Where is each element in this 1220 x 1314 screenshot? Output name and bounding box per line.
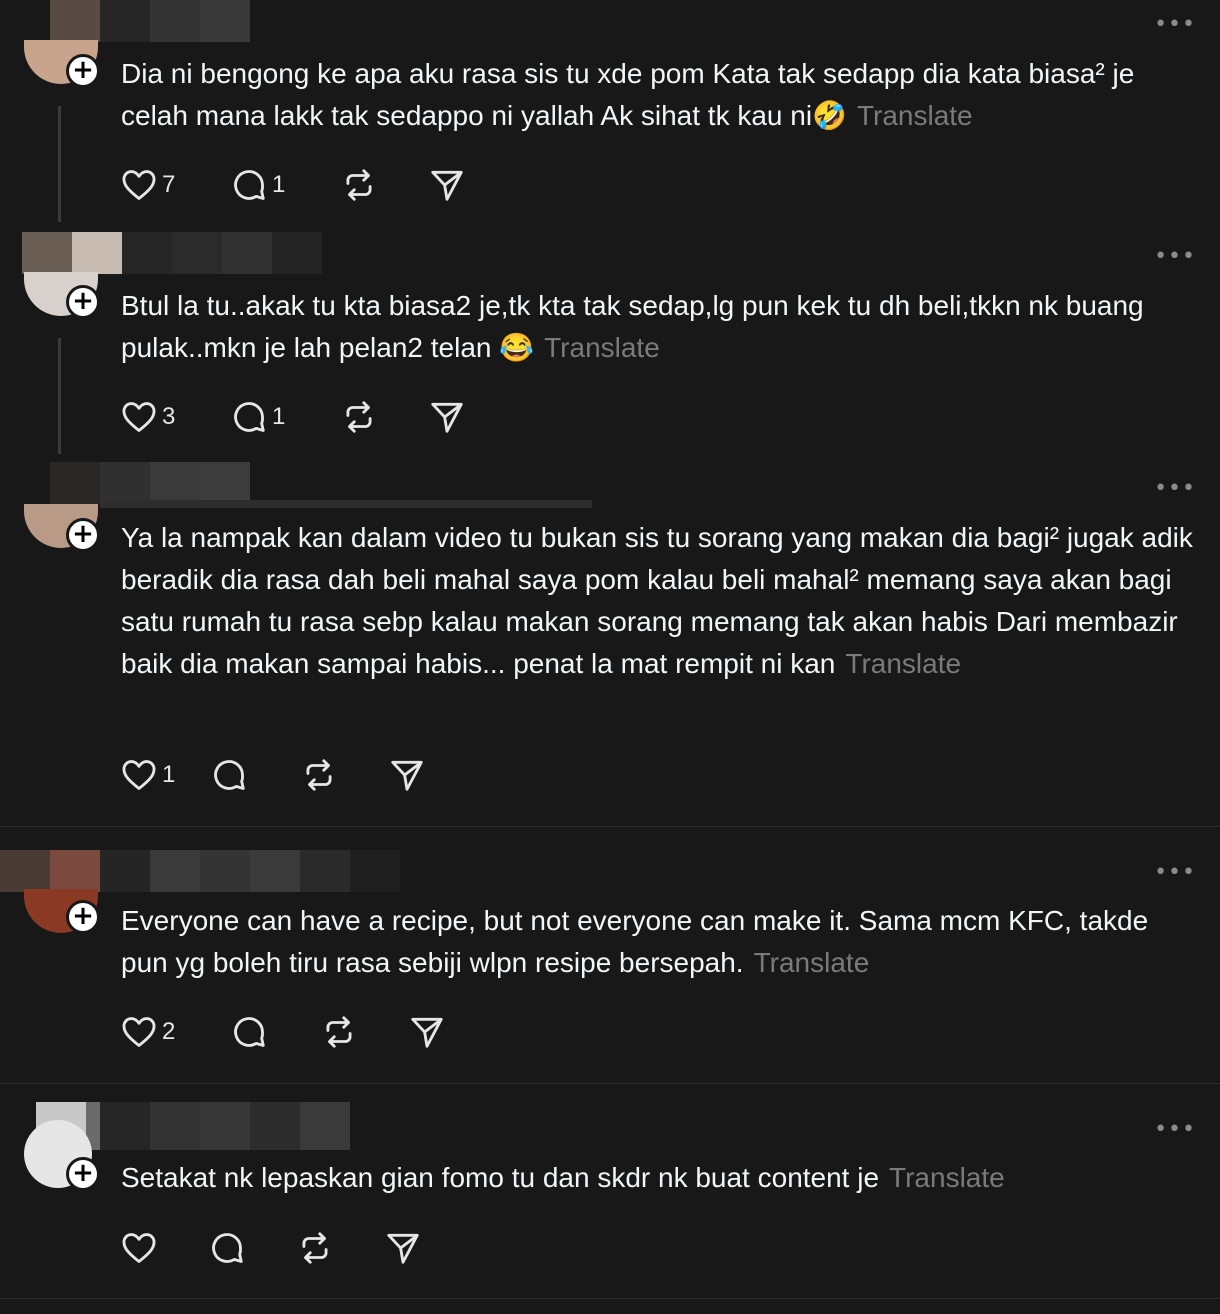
action-bar: 2 bbox=[120, 1012, 496, 1052]
action-bar: 7 1 bbox=[120, 165, 516, 205]
like-count: 7 bbox=[162, 171, 176, 198]
post-text: Everyone can have a recipe, but not ever… bbox=[121, 900, 1201, 984]
reply-button[interactable]: 1 bbox=[230, 398, 340, 436]
username-censored bbox=[50, 462, 250, 504]
like-button[interactable]: 7 bbox=[120, 166, 230, 204]
more-options-icon[interactable]: ••• bbox=[1154, 1117, 1196, 1142]
post-text: Setakat nk lepaskan gian fomo tu dan skd… bbox=[121, 1157, 1201, 1199]
share-icon bbox=[431, 170, 463, 201]
repost-button[interactable] bbox=[320, 1013, 408, 1051]
repost-icon bbox=[346, 401, 372, 433]
heart-icon bbox=[122, 170, 156, 200]
heart-icon bbox=[122, 1233, 156, 1263]
more-options-icon[interactable]: ••• bbox=[1154, 12, 1196, 37]
like-button[interactable] bbox=[120, 1229, 208, 1267]
share-icon bbox=[391, 760, 423, 791]
post-text: Ya la nampak kan dalam video tu bukan si… bbox=[121, 517, 1201, 685]
repost-button[interactable] bbox=[296, 1229, 384, 1267]
share-icon bbox=[411, 1017, 443, 1048]
share-button[interactable] bbox=[428, 166, 516, 204]
translate-link[interactable]: Translate bbox=[857, 100, 973, 131]
share-icon bbox=[387, 1233, 419, 1264]
heart-icon bbox=[122, 1017, 156, 1047]
comment-icon bbox=[234, 1017, 265, 1047]
reply-count: 1 bbox=[272, 171, 286, 198]
username-censored bbox=[22, 232, 322, 274]
post-body: Setakat nk lepaskan gian fomo tu dan skd… bbox=[121, 1162, 880, 1193]
share-button[interactable] bbox=[408, 1013, 496, 1051]
translate-link[interactable]: Translate bbox=[754, 947, 870, 978]
share-button[interactable] bbox=[384, 1229, 472, 1267]
follow-plus-icon[interactable]: + bbox=[66, 54, 100, 88]
post-text: Btul la tu..akak tu kta biasa2 je,tk kta… bbox=[121, 285, 1201, 369]
more-options-icon[interactable]: ••• bbox=[1154, 244, 1196, 269]
translate-link[interactable]: Translate bbox=[544, 332, 660, 363]
comment-icon bbox=[234, 170, 265, 200]
follow-plus-icon[interactable]: + bbox=[66, 1157, 100, 1191]
share-icon bbox=[431, 402, 463, 433]
repost-icon bbox=[302, 1232, 328, 1264]
share-button[interactable] bbox=[428, 398, 516, 436]
username-censored-bar bbox=[100, 500, 592, 508]
translate-link[interactable]: Translate bbox=[889, 1162, 1005, 1193]
username-censored bbox=[0, 850, 400, 892]
reply-button[interactable] bbox=[208, 1229, 296, 1267]
post-divider bbox=[0, 1083, 1220, 1084]
repost-button[interactable] bbox=[300, 756, 388, 794]
like-count: 2 bbox=[162, 1018, 176, 1045]
reply-button[interactable] bbox=[230, 1013, 320, 1051]
reply-button[interactable]: 1 bbox=[230, 166, 340, 204]
post-body: Ya la nampak kan dalam video tu bukan si… bbox=[121, 522, 1193, 679]
post-body: Dia ni bengong ke apa aku rasa sis tu xd… bbox=[121, 58, 1135, 131]
post-divider bbox=[0, 1298, 1220, 1299]
repost-button[interactable] bbox=[340, 398, 428, 436]
like-button[interactable]: 3 bbox=[120, 398, 230, 436]
like-count: 3 bbox=[162, 403, 176, 430]
heart-icon bbox=[122, 760, 156, 790]
follow-plus-icon[interactable]: + bbox=[66, 900, 100, 934]
username-censored bbox=[50, 0, 250, 42]
post-text: Dia ni bengong ke apa aku rasa sis tu xd… bbox=[121, 53, 1201, 137]
repost-icon bbox=[326, 1016, 352, 1048]
post-body: Everyone can have a recipe, but not ever… bbox=[121, 905, 1149, 978]
like-count: 1 bbox=[162, 761, 176, 788]
thread-line bbox=[58, 338, 61, 454]
action-bar: 3 1 bbox=[120, 397, 516, 437]
heart-icon bbox=[122, 402, 156, 432]
share-button[interactable] bbox=[388, 756, 476, 794]
action-bar: 1 bbox=[120, 755, 476, 795]
comment-icon bbox=[214, 760, 245, 790]
translate-link[interactable]: Translate bbox=[845, 648, 961, 679]
thread-line bbox=[58, 106, 61, 222]
reply-button[interactable] bbox=[210, 756, 300, 794]
follow-plus-icon[interactable]: + bbox=[66, 285, 100, 319]
follow-plus-icon[interactable]: + bbox=[66, 518, 100, 552]
repost-icon bbox=[346, 169, 372, 201]
post-divider bbox=[0, 826, 1220, 827]
repost-icon bbox=[306, 759, 332, 791]
more-options-icon[interactable]: ••• bbox=[1154, 476, 1196, 501]
action-bar bbox=[120, 1228, 472, 1268]
like-button[interactable]: 1 bbox=[120, 756, 210, 794]
like-button[interactable]: 2 bbox=[120, 1013, 230, 1051]
reply-count: 1 bbox=[272, 403, 286, 430]
comment-icon bbox=[234, 402, 265, 432]
more-options-icon[interactable]: ••• bbox=[1154, 860, 1196, 885]
comment-icon bbox=[212, 1233, 243, 1263]
repost-button[interactable] bbox=[340, 166, 428, 204]
